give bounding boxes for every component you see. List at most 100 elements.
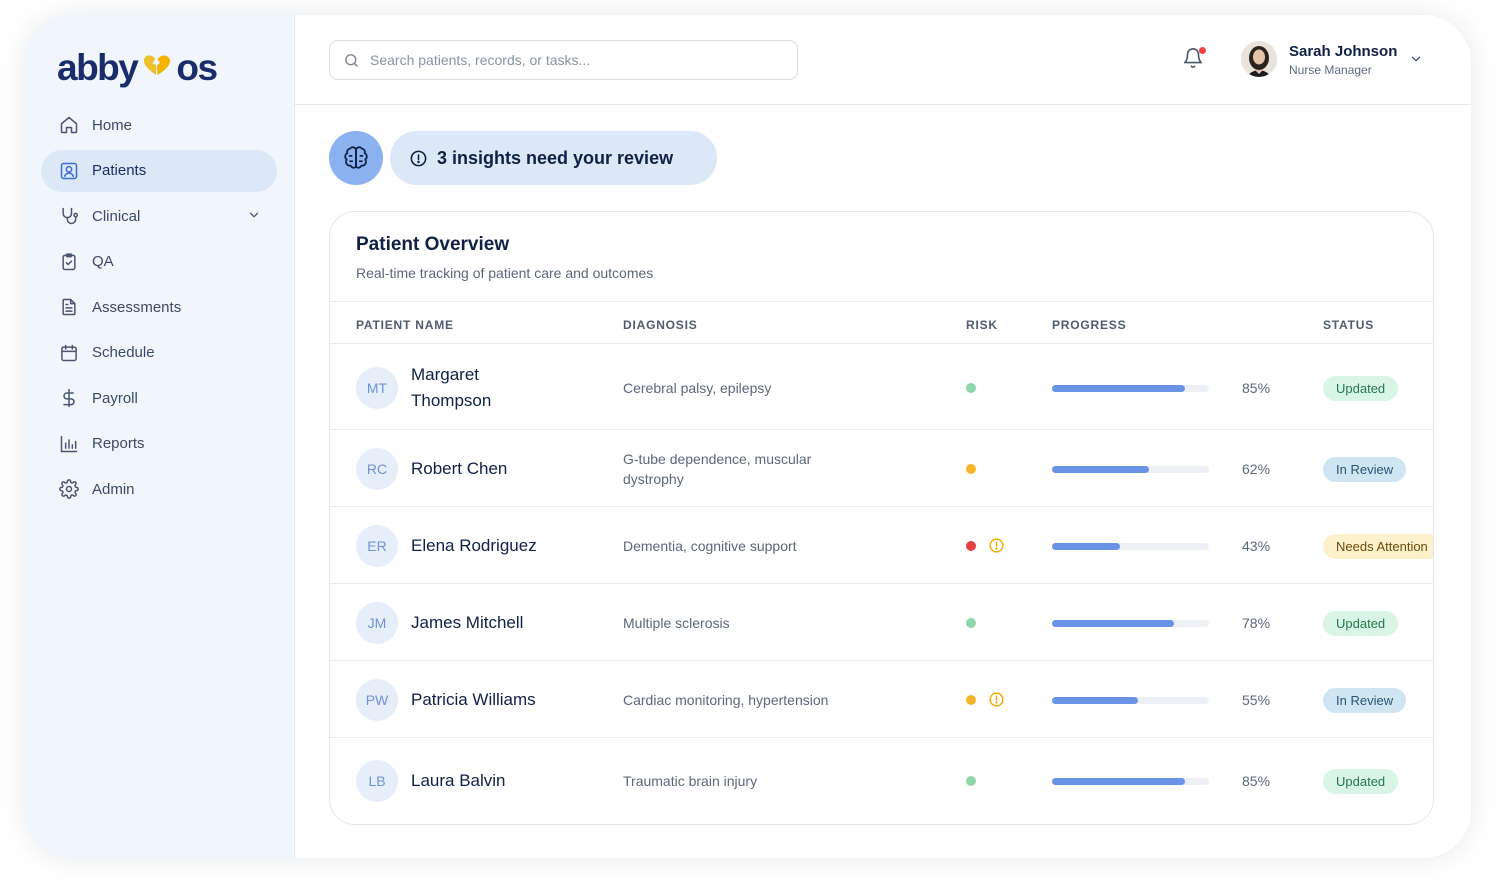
column-header-patient-name[interactable]: PATIENT NAME [356,318,454,332]
status-badge[interactable]: Updated [1323,375,1399,401]
patient-initials-avatar: LB [356,760,398,802]
calendar-icon [58,342,80,364]
risk-indicator [966,772,976,790]
risk-dot [966,776,976,786]
progress-fill [1052,778,1186,785]
sidebar-item-label: Reports [92,435,145,452]
home-icon [58,114,80,136]
diagnosis: Cerebral palsy, epilepsy [623,379,772,396]
sidebar-item-admin[interactable]: Admin [41,468,277,510]
diagnosis: Multiple sclerosis [623,614,730,631]
progress-bar [1052,384,1209,392]
diagnosis: G-tube dependence, muscular dystrophy [623,450,812,487]
search-bar[interactable] [329,40,798,80]
patient-initials-avatar: MT [356,366,398,409]
sidebar-item-label: Patients [92,162,147,179]
table-header: PATIENT NAME DIAGNOSIS RISK PROGRESS STA… [330,301,1433,344]
patient-name[interactable]: Patricia Williams [411,687,611,713]
user-name[interactable]: Sarah Johnson [1289,43,1397,60]
progress-fill [1052,465,1150,473]
status-badge[interactable]: Updated [1323,769,1399,794]
insights-banner[interactable]: 3 insights need your review [390,131,717,185]
progress-bar [1052,696,1209,704]
column-header-risk[interactable]: RISK [966,318,998,332]
table-row[interactable]: PW Patricia Williams Cardiac monitoring, h… [330,661,1433,738]
diagnosis: Traumatic brain injury [623,773,758,789]
sidebar-item-clinical[interactable]: Clinical [41,195,277,237]
top-bar: Sarah Johnson Nurse Manager [295,15,1471,105]
gear-icon [58,478,80,500]
sidebar-item-label: Payroll [92,389,138,407]
user-square-icon [58,160,80,182]
sidebar-item-label: Schedule [92,344,155,361]
sidebar-item-schedule[interactable]: Schedule [41,332,277,374]
clipboard-check-icon [58,251,80,273]
sidebar-item-home[interactable]: Home [41,104,277,146]
sidebar-item-assessments[interactable]: Assessments [41,286,277,328]
main-content: Sarah Johnson Nurse Manager 3 insights n… [295,15,1471,858]
patient-initials-avatar: ER [356,524,398,567]
column-header-diagnosis[interactable]: DIAGNOSIS [623,318,698,332]
dollar-icon [58,387,80,409]
patient-overview-card: Patient Overview Real-time tracking of p… [329,211,1434,825]
progress-bar [1052,778,1209,785]
notifications-button[interactable] [1182,47,1206,71]
progress-fill [1052,542,1120,550]
card-title: Patient Overview [356,234,510,255]
risk-dot [966,694,976,705]
risk-indicator [966,460,976,478]
sidebar-item-label: Assessments [92,298,182,316]
logo-text-right: os [176,46,218,88]
sidebar-nav: Home Patients Clinical QA Assessments Sc… [41,104,277,514]
warning-icon[interactable] [988,691,1005,708]
progress-fill [1052,696,1139,704]
logo[interactable]: abby os [57,45,218,89]
progress-percent: 43% [1242,537,1271,554]
progress-bar [1052,619,1209,627]
patient-name[interactable]: Elena Rodriguez [411,533,611,559]
warning-icon[interactable] [988,537,1005,554]
app-window: abby os Home Patients Clinical QA Assess… [25,15,1471,858]
patient-name[interactable]: Margaret Thompson [411,362,521,414]
table-row[interactable]: MT Margaret Thompson Cerebral palsy, epile… [330,345,1433,430]
document-icon [58,296,80,318]
table-row[interactable]: RC Robert Chen G-tube dependence, muscular… [330,430,1433,507]
table-row[interactable]: JM James Mitchell Multiple sclerosis 78% Upd… [330,584,1433,661]
patient-name[interactable]: Laura Balvin [411,768,611,794]
progress-bar [1052,465,1209,473]
sidebar-item-label: QA [92,253,114,270]
table-row[interactable]: ER Elena Rodriguez Dementia, cognitive sup… [330,507,1433,584]
avatar[interactable] [1241,41,1277,77]
diagnosis: Cardiac monitoring, hypertension [623,691,829,708]
status-badge[interactable]: Needs Attention [1323,533,1433,559]
risk-dot [966,540,976,551]
status-badge[interactable]: In Review [1323,687,1407,713]
column-header-status[interactable]: STATUS [1323,318,1374,332]
risk-indicator [966,691,1005,709]
chevron-down-icon[interactable] [247,208,261,226]
table-row[interactable]: LB Laura Balvin Traumatic brain injury 85% U… [330,738,1433,824]
chevron-down-icon[interactable] [1409,52,1423,71]
ai-insights-button[interactable] [329,131,383,185]
patient-name[interactable]: James Mitchell [411,610,611,636]
sidebar-item-reports[interactable]: Reports [41,423,277,465]
sidebar-item-label: Home [92,116,133,134]
sidebar-item-qa[interactable]: QA [41,241,277,283]
stethoscope-icon [58,205,80,227]
risk-dot [966,382,976,393]
progress-bar [1052,542,1209,550]
status-badge[interactable]: In Review [1323,456,1407,482]
progress-percent: 85% [1242,379,1271,396]
insights-label: 3 insights need your review [437,147,674,168]
search-input[interactable] [370,52,770,68]
sidebar-item-payroll[interactable]: Payroll [41,377,277,419]
progress-fill [1052,619,1175,627]
risk-dot [966,463,976,474]
status-badge[interactable]: Updated [1323,610,1399,636]
patient-initials-avatar: JM [356,601,398,644]
column-header-progress[interactable]: PROGRESS [1052,318,1126,332]
sidebar-item-patients[interactable]: Patients [41,149,277,192]
brain-icon [343,145,369,171]
patient-name[interactable]: Robert Chen [411,456,611,482]
risk-indicator [966,537,1005,555]
